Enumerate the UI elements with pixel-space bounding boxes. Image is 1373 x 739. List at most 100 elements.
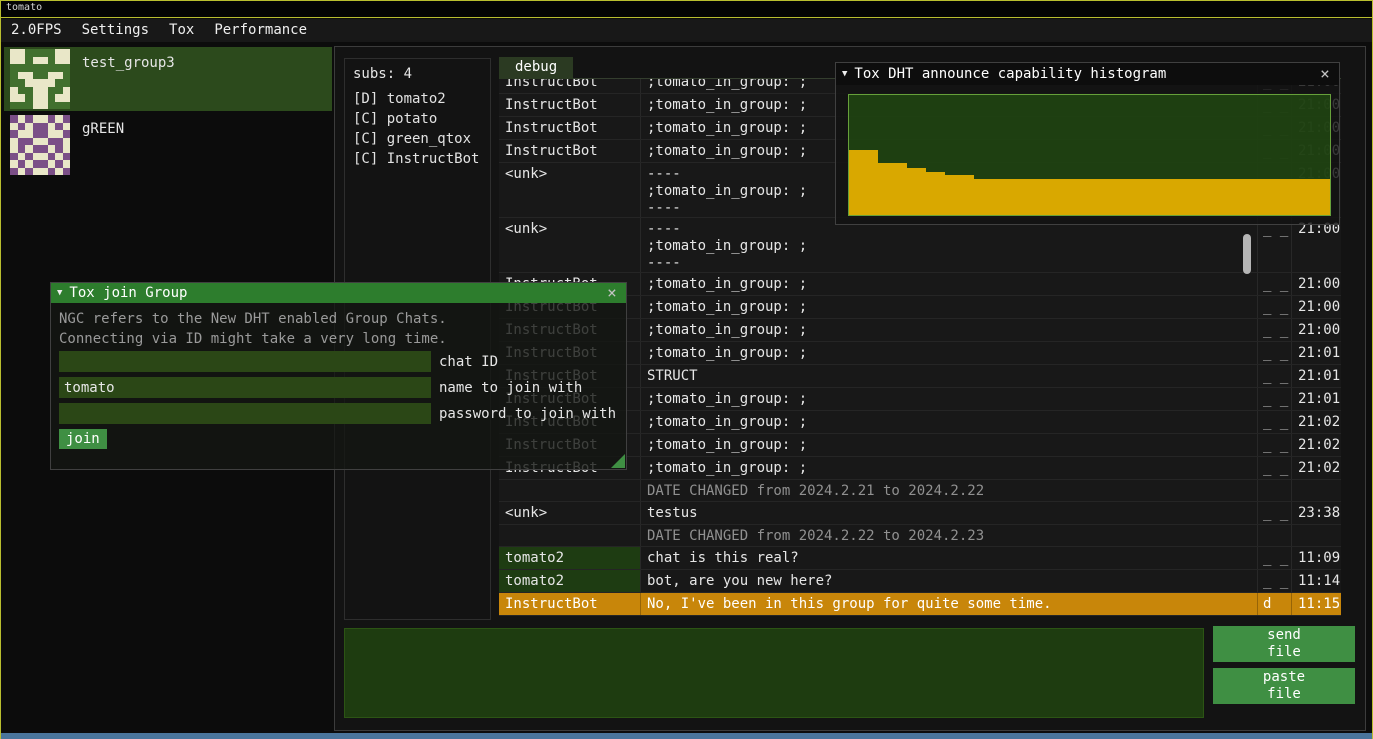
histogram-bar (888, 163, 898, 215)
join-password-label: password to join with (439, 406, 616, 422)
tab-debug[interactable]: debug (499, 57, 573, 79)
send-file-button[interactable]: send file (1213, 626, 1355, 662)
message-flags: _ _ (1258, 319, 1292, 341)
paste-file-button[interactable]: paste file (1213, 668, 1355, 704)
chat-id-label: chat ID (439, 354, 498, 370)
message-flags: _ _ (1258, 273, 1292, 295)
member-item[interactable]: [C] InstructBot (345, 149, 490, 169)
join-description-line1: NGC refers to the New DHT enabled Group … (59, 311, 447, 327)
dht-histogram-window-titlebar[interactable]: ▼ Tox DHT announce capability histogram … (836, 63, 1339, 85)
chat-id-input[interactable] (59, 351, 431, 372)
message-timestamp: 21:02 (1292, 434, 1341, 456)
histogram-bar (1061, 179, 1071, 215)
window-bottom-edge (0, 733, 1373, 739)
subs-member-list: [D] tomato2[C] potato[C] green_qtox[C] I… (345, 89, 490, 169)
message-input[interactable] (344, 628, 1204, 718)
menu-item-tox[interactable]: Tox (159, 19, 204, 42)
message-sender: <unk> (499, 163, 641, 217)
message-text: chat is this real? (641, 547, 1258, 569)
message-text: ;tomato_in_group: ; (641, 388, 1258, 410)
message-sender: InstructBot (499, 140, 641, 162)
close-icon[interactable]: × (604, 285, 620, 301)
message-sender: <unk> (499, 218, 641, 272)
message-sender: tomato2 (499, 570, 641, 592)
member-item[interactable]: [C] green_qtox (345, 129, 490, 149)
join-name-input[interactable] (59, 377, 431, 398)
histogram-bar (1167, 179, 1177, 215)
histogram-bar (1205, 179, 1215, 215)
histogram-bar (859, 150, 869, 215)
sidebar-item-green[interactable]: gREEN (4, 113, 332, 177)
histogram-bar (984, 179, 994, 215)
dht-histogram-window: ▼ Tox DHT announce capability histogram … (835, 62, 1340, 225)
dht-histogram-window-body (836, 85, 1339, 224)
window-titlebar[interactable]: tomato (0, 0, 1373, 18)
histogram-bar (1051, 179, 1061, 215)
join-group-window-body: NGC refers to the New DHT enabled Group … (51, 303, 626, 469)
histogram-bar (1292, 179, 1302, 215)
date-separator-row[interactable]: DATE CHANGED from 2024.2.21 to 2024.2.22 (499, 480, 1341, 502)
message-timestamp: 21:02 (1292, 411, 1341, 433)
message-row[interactable]: InstructBotNo, I've been in this group f… (499, 593, 1341, 616)
histogram-bar (1119, 179, 1129, 215)
message-text: ;tomato_in_group: ; (641, 411, 1258, 433)
date-separator-row[interactable]: DATE CHANGED from 2024.2.22 to 2024.2.23 (499, 525, 1341, 547)
histogram-bar (955, 175, 965, 215)
histogram-bar (897, 163, 907, 215)
message-timestamp: 11:14 (1292, 570, 1341, 592)
histogram-bar (936, 172, 946, 215)
menubar: 2.0FPSSettingsToxPerformance (1, 19, 1372, 42)
menu-item-performance[interactable]: Performance (204, 19, 317, 42)
message-text: No, I've been in this group for quite so… (641, 593, 1258, 615)
histogram-bar (1157, 179, 1167, 215)
histogram-bar (1196, 179, 1206, 215)
histogram-bar (1282, 179, 1292, 215)
message-text: ;tomato_in_group: ; (641, 342, 1258, 364)
message-scrollbar-thumb[interactable] (1243, 234, 1251, 274)
message-timestamp (1292, 480, 1341, 501)
join-group-window-title: Tox join Group (69, 285, 597, 301)
histogram-bar (1070, 179, 1080, 215)
histogram-bar (1128, 179, 1138, 215)
message-row[interactable]: <unk>testus_ _23:38 (499, 502, 1341, 525)
message-row[interactable]: tomato2chat is this real?_ _11:09 (499, 547, 1341, 570)
message-row[interactable]: tomato2bot, are you new here?_ _11:14 (499, 570, 1341, 593)
histogram-bar (1090, 179, 1100, 215)
message-flags (1258, 525, 1292, 546)
message-flags (1258, 480, 1292, 501)
close-icon[interactable]: × (1317, 66, 1333, 82)
message-timestamp (1292, 525, 1341, 546)
join-group-window-titlebar[interactable]: ▼ Tox join Group × (51, 283, 626, 303)
sidebar-item-test_group3[interactable]: test_group3 (4, 47, 332, 111)
member-item[interactable]: [D] tomato2 (345, 89, 490, 109)
window-title: tomato (6, 2, 42, 13)
histogram-bar (916, 168, 926, 215)
histogram-bar (1253, 179, 1263, 215)
collapse-arrow-icon[interactable]: ▼ (842, 69, 847, 79)
histogram-bar (1109, 179, 1119, 215)
message-timestamp: 21:00 (1292, 218, 1341, 272)
histogram-bar (1042, 179, 1052, 215)
message-timestamp: 21:00 (1292, 319, 1341, 341)
message-sender: InstructBot (499, 593, 641, 615)
menu-item-settings[interactable]: Settings (72, 19, 159, 42)
join-name-label: name to join with (439, 380, 582, 396)
join-button[interactable]: join (59, 429, 107, 449)
message-row[interactable]: <unk>---- ;tomato_in_group: ; ----_ _21:… (499, 218, 1341, 273)
collapse-arrow-icon[interactable]: ▼ (57, 288, 62, 298)
histogram-bar (849, 150, 859, 215)
histogram-bar (1321, 179, 1331, 215)
message-timestamp: 11:15 (1292, 593, 1341, 615)
menu-item-2-0fps[interactable]: 2.0FPS (1, 19, 72, 42)
join-password-input[interactable] (59, 403, 431, 424)
histogram-bar (1311, 179, 1321, 215)
message-sender: <unk> (499, 502, 641, 524)
histogram-bar (1003, 179, 1013, 215)
message-timestamp: 21:00 (1292, 273, 1341, 295)
message-flags: _ _ (1258, 365, 1292, 387)
member-item[interactable]: [C] potato (345, 109, 490, 129)
message-timestamp: 21:01 (1292, 342, 1341, 364)
histogram-bar (1186, 179, 1196, 215)
resize-grip[interactable] (611, 454, 625, 468)
message-flags: d (1258, 593, 1292, 615)
